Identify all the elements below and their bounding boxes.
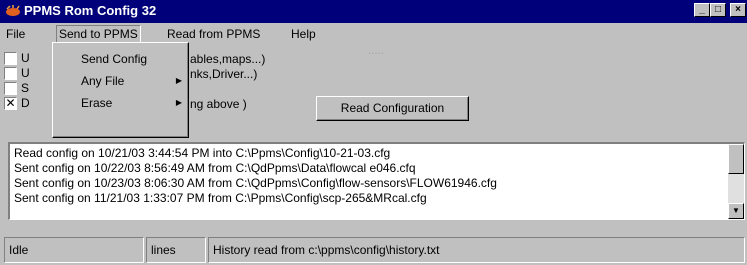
submenu-arrow-icon: ▶: [175, 76, 182, 85]
title-bar: PPMS Rom Config 32 _ □ ×: [0, 0, 747, 23]
status-mode: lines: [146, 237, 206, 263]
scroll-down-arrow-icon[interactable]: ▼: [728, 203, 744, 219]
log-line: Read config on 10/21/03 3:44:54 PM into …: [14, 146, 391, 160]
status-state: Idle: [4, 237, 144, 263]
menu-send-to-ppms[interactable]: Send to PPMS: [56, 25, 141, 43]
maximize-button[interactable]: □: [710, 3, 726, 17]
option-label: nks,Driver...): [190, 67, 258, 81]
log-line: Sent config on 10/23/03 8:06:30 AM from …: [14, 176, 497, 190]
option-checkbox[interactable]: [4, 67, 17, 80]
window-title: PPMS Rom Config 32: [24, 3, 157, 18]
read-configuration-button[interactable]: Read Configuration: [316, 96, 469, 121]
menu-item-label: Any File: [81, 74, 125, 88]
app-icon: [6, 5, 20, 16]
scroll-thumb[interactable]: [728, 144, 744, 174]
vertical-scrollbar[interactable]: ▼: [728, 144, 744, 219]
status-message: History read from c:\ppms\config\history…: [208, 237, 745, 263]
menu-item-label: Send Config: [81, 52, 148, 66]
option-checkbox[interactable]: [4, 52, 17, 65]
submenu-arrow-icon: ▶: [175, 98, 182, 107]
option-checkbox-checked[interactable]: ✕: [4, 97, 17, 110]
option-label: ables,maps...): [190, 52, 266, 66]
option-checkbox[interactable]: [4, 82, 17, 95]
status-bar: Idle lines History read from c:\ppms\con…: [0, 233, 747, 265]
menu-read-from-ppms[interactable]: Read from PPMS: [165, 26, 262, 42]
history-log[interactable]: Read config on 10/21/03 3:44:54 PM into …: [8, 142, 745, 220]
menu-item-send-config[interactable]: Send Config: [81, 50, 186, 68]
log-line: Sent config on 10/22/03 8:56:49 AM from …: [14, 161, 416, 175]
menu-help[interactable]: Help: [289, 26, 318, 42]
menu-file[interactable]: File: [4, 26, 27, 42]
faded-text: ‧‧‧‧‧: [368, 49, 384, 60]
menu-item-any-file[interactable]: Any File ▶: [81, 72, 186, 90]
minimize-button[interactable]: _: [694, 3, 710, 17]
option-label: ng above ): [190, 97, 247, 111]
log-line: Sent config on 11/21/03 1:33:07 PM from …: [14, 191, 427, 205]
option-prefix: U: [21, 66, 30, 80]
option-prefix: U: [21, 51, 30, 65]
close-button[interactable]: ×: [730, 3, 746, 17]
option-prefix: D: [21, 96, 30, 110]
option-prefix: S: [21, 81, 30, 95]
menu-item-label: Erase: [81, 96, 113, 110]
menu-item-erase[interactable]: Erase ▶: [81, 94, 186, 112]
send-to-ppms-dropdown: Send Config Any File ▶ Erase ▶: [52, 42, 189, 138]
menu-bar: File Send to PPMS Read from PPMS Help: [0, 23, 747, 43]
